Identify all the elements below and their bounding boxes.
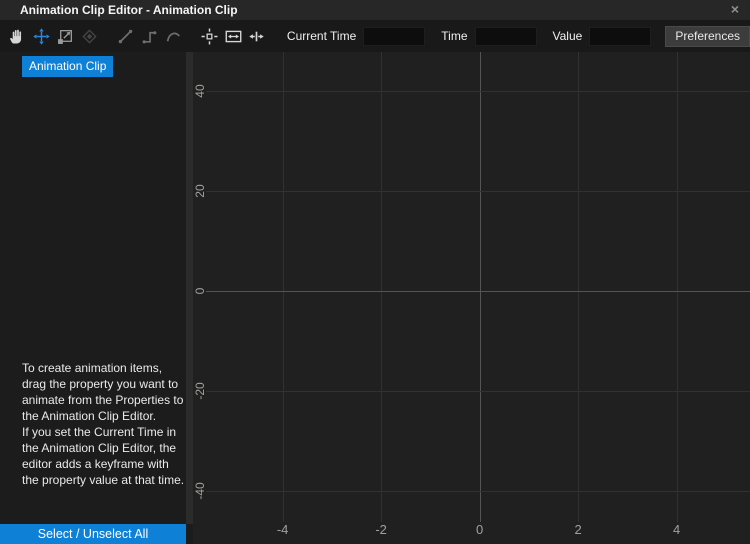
h-expand-icon xyxy=(248,28,265,45)
scale-icon xyxy=(57,28,74,45)
properties-sidebar: Animation Clip To create animation items… xyxy=(0,52,193,544)
title-bar[interactable]: Animation Clip Editor - Animation Clip × xyxy=(0,0,750,20)
pan-horizontal-button[interactable] xyxy=(247,24,267,48)
window-title: Animation Clip Editor - Animation Clip xyxy=(20,3,238,17)
y-tick-label: 0 xyxy=(190,281,210,301)
vertical-gridline xyxy=(283,52,284,522)
close-button[interactable]: × xyxy=(726,2,744,18)
x-tick-label: -2 xyxy=(368,522,394,537)
y-axis-line xyxy=(480,52,481,522)
current-time-field-group: Current Time xyxy=(287,27,425,46)
value-label: Value xyxy=(553,29,583,43)
value-input[interactable] xyxy=(589,27,651,46)
x-tick-label: 2 xyxy=(565,522,591,537)
y-tick-label: 40 xyxy=(190,81,210,101)
move-tool-button[interactable] xyxy=(32,24,52,48)
animation-clip-tab[interactable]: Animation Clip xyxy=(22,56,113,77)
diamond-icon xyxy=(81,28,98,45)
x-tick-label: 0 xyxy=(467,522,493,537)
snap-button[interactable] xyxy=(199,24,219,48)
help-paragraph-2: If you set the Current Time in the Anima… xyxy=(22,424,186,488)
add-keyframe-button[interactable] xyxy=(80,24,100,48)
time-input[interactable] xyxy=(475,27,537,46)
move-arrows-icon xyxy=(33,28,50,45)
current-time-input[interactable] xyxy=(363,27,425,46)
current-time-label: Current Time xyxy=(287,29,356,43)
linear-interpolation-button[interactable] xyxy=(116,24,136,48)
y-tick-label: 20 xyxy=(190,181,210,201)
horizontal-gridline xyxy=(206,191,750,192)
preferences-button[interactable]: Preferences xyxy=(665,26,750,47)
help-text: To create animation items, drag the prop… xyxy=(22,360,186,488)
horizontal-gridline xyxy=(206,491,750,492)
x-tick-label: -4 xyxy=(270,522,296,537)
plot-area[interactable]: -4-202440200-20-40 xyxy=(193,52,750,544)
step-icon xyxy=(141,28,158,45)
animation-clip-editor-window: Animation Clip Editor - Animation Clip × xyxy=(0,0,750,544)
help-paragraph-1: To create animation items, drag the prop… xyxy=(22,360,186,424)
time-field-group: Time xyxy=(441,27,536,46)
vertical-gridline xyxy=(677,52,678,522)
y-tick-label: -20 xyxy=(190,381,210,401)
y-tick-label: -40 xyxy=(190,481,210,501)
value-field-group: Value xyxy=(553,27,652,46)
horizontal-gridline xyxy=(206,91,750,92)
vertical-gridline xyxy=(381,52,382,522)
curve-icon xyxy=(165,28,182,45)
crosshair-icon xyxy=(201,28,218,45)
vertical-gridline xyxy=(578,52,579,522)
curve-interpolation-button[interactable] xyxy=(163,24,183,48)
pan-tool-button[interactable] xyxy=(8,24,28,48)
horizontal-gridline xyxy=(206,391,750,392)
line-icon xyxy=(117,28,134,45)
select-unselect-all-button[interactable]: Select / Unselect All xyxy=(0,524,186,544)
x-tick-label: 4 xyxy=(664,522,690,537)
step-interpolation-button[interactable] xyxy=(139,24,159,48)
main-content: Animation Clip To create animation items… xyxy=(0,52,750,544)
fit-width-icon xyxy=(225,28,242,45)
time-label: Time xyxy=(441,29,467,43)
x-axis-line xyxy=(206,291,750,292)
scale-tool-button[interactable] xyxy=(56,24,76,48)
hand-icon xyxy=(9,28,26,45)
fit-horizontal-button[interactable] xyxy=(223,24,243,48)
toolbar: Current Time Time Value Preferences xyxy=(0,20,750,52)
